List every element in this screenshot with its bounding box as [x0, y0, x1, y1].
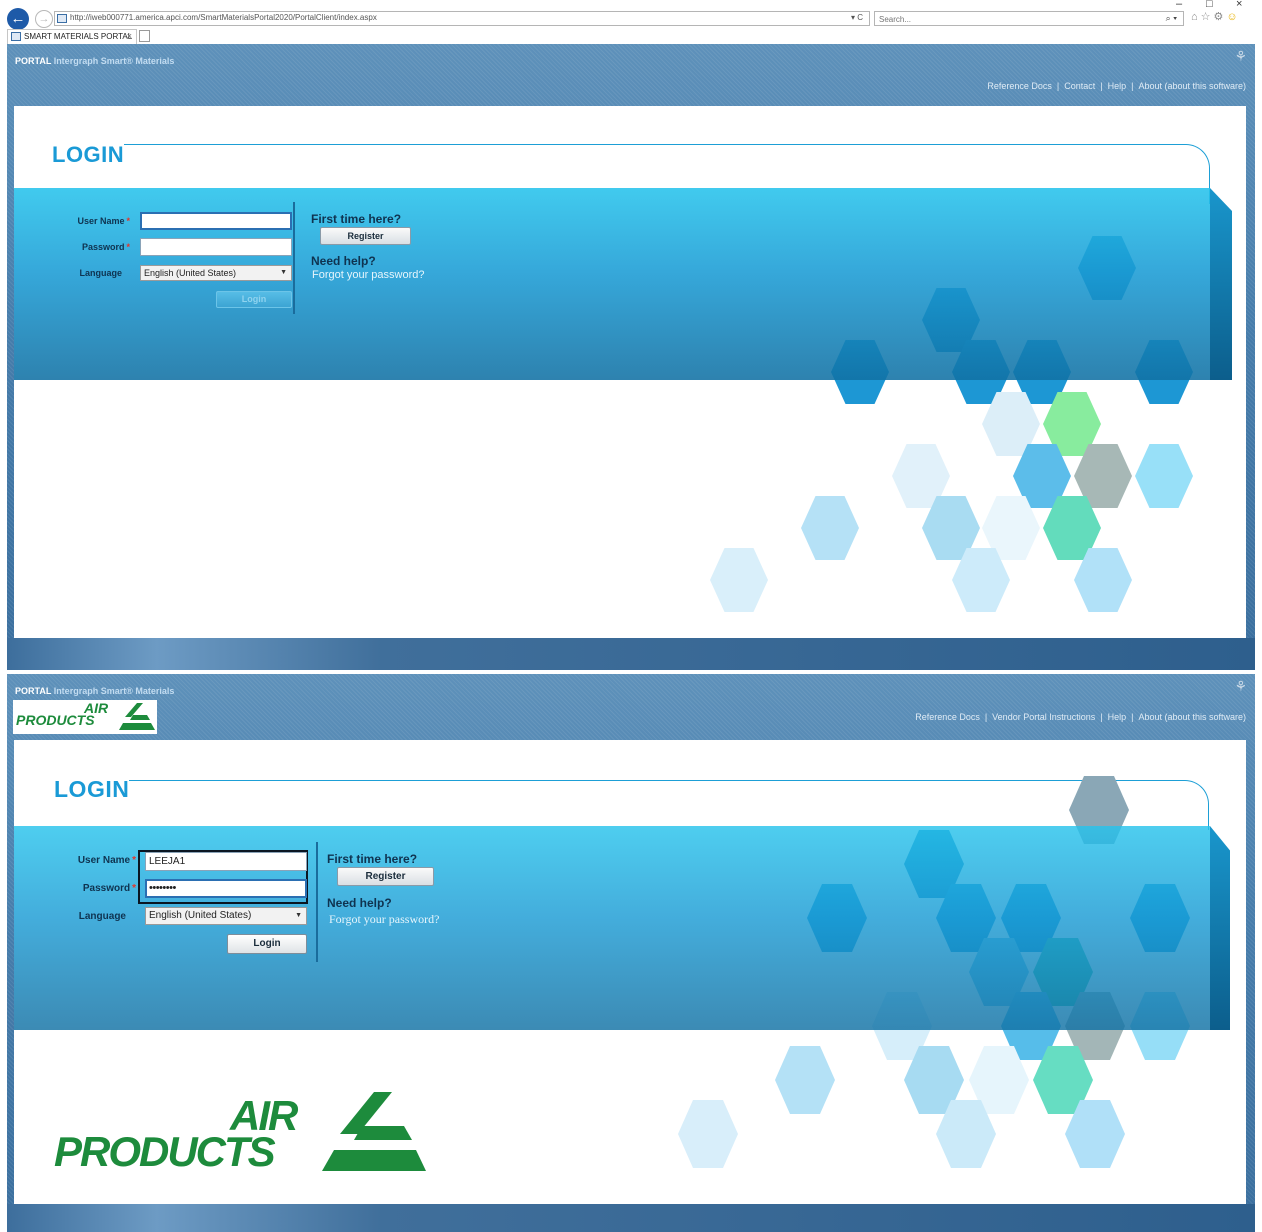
- decorative-hexagon: [678, 1100, 738, 1168]
- decorative-hexagon: [1135, 444, 1193, 508]
- username-input[interactable]: [140, 212, 292, 230]
- tab-title: SMART MATERIALS PORTAL: [24, 32, 133, 41]
- header-links: Reference Docs | Contact | Help | About (about…: [987, 81, 1246, 91]
- header-links: Reference Docs | Vendor Portal Instruction…: [915, 712, 1246, 722]
- login-band-edge: [1210, 188, 1232, 380]
- portal-title: PORTAL Intergraph Smart® Materials: [15, 686, 174, 696]
- register-button[interactable]: Register: [337, 867, 434, 886]
- tab-favicon-icon: [11, 32, 21, 41]
- footer-strip: [7, 1204, 1255, 1232]
- screenshot-root: ← → http://iweb000771.america.apci.com/S…: [0, 0, 1262, 1232]
- portal-screen-2: PORTAL Intergraph Smart® Materials ⚘ AIR…: [7, 674, 1255, 1232]
- form-divider: [316, 842, 318, 962]
- browser-chrome: ← → http://iweb000771.america.apci.com/S…: [0, 0, 1262, 44]
- language-label: Language: [79, 268, 122, 278]
- language-value: English (United States): [149, 910, 252, 921]
- intergraph-mark-icon: ⚘: [1234, 48, 1247, 64]
- air-products-logo-large: AIR PRODUCTS: [54, 1092, 298, 1175]
- page-favicon-icon: [57, 14, 67, 23]
- form-divider: [293, 202, 295, 314]
- forgot-password-link[interactable]: Forgot your password?: [329, 912, 439, 927]
- search-input[interactable]: [879, 13, 1139, 25]
- refresh-icon[interactable]: ▾ C: [851, 13, 863, 22]
- close-window-icon[interactable]: ×: [1236, 0, 1242, 10]
- login-band-edge: [1210, 826, 1230, 1030]
- link-vendor-instructions[interactable]: Vendor Portal Instructions: [992, 712, 1095, 722]
- language-select[interactable]: English (United States) ▼: [140, 265, 292, 281]
- need-help-heading: Need help?: [327, 896, 392, 910]
- portal-label: PORTAL: [15, 56, 52, 66]
- password-input[interactable]: ••••••••: [145, 879, 307, 898]
- portal-name: Intergraph Smart® Materials: [53, 686, 175, 696]
- forward-arrow-icon[interactable]: →: [35, 10, 53, 28]
- air-products-mark-icon: [119, 703, 155, 730]
- first-time-heading: First time here?: [311, 212, 402, 226]
- heading-rule: [129, 780, 1209, 830]
- portal-screen-1: PORTAL Intergraph Smart® Materials ⚘ Ref…: [7, 44, 1255, 670]
- username-input[interactable]: [145, 852, 307, 871]
- browser-toolbar: ⌂☆⚙☺: [1191, 10, 1241, 23]
- portal-label: PORTAL: [15, 686, 52, 696]
- username-label: User Name *: [77, 216, 130, 226]
- link-help[interactable]: Help: [1108, 81, 1127, 91]
- language-value: English (United States): [144, 268, 237, 278]
- language-label: Language: [78, 911, 126, 922]
- footer-strip: [7, 638, 1255, 670]
- decorative-hexagon: [710, 548, 768, 612]
- dropdown-arrow-icon: ▼: [295, 912, 302, 919]
- address-bar[interactable]: http://iweb000771.america.apci.com/Smart…: [54, 11, 870, 26]
- forgot-password-link[interactable]: Forgot your password?: [312, 269, 425, 281]
- air-products-logo-small: AIR PRODUCTS: [13, 700, 157, 734]
- login-content: LOGIN User Name * LEEJA1 Password * ••••…: [14, 740, 1246, 1204]
- link-contact[interactable]: Contact: [1064, 81, 1095, 91]
- search-box[interactable]: ⌕ ▾: [874, 11, 1184, 26]
- smiley-feedback-icon[interactable]: ☺: [1226, 11, 1240, 23]
- search-icon[interactable]: ⌕ ▾: [1166, 13, 1177, 24]
- logo-text-small: AIR PRODUCTS: [16, 700, 109, 728]
- address-url: http://iweb000771.america.apci.com/Smart…: [70, 13, 377, 22]
- favorites-star-icon[interactable]: ☆: [1201, 11, 1214, 23]
- tab-close-icon[interactable]: ×: [127, 31, 132, 41]
- minimize-icon[interactable]: –: [1176, 0, 1182, 10]
- intergraph-mark-icon: ⚘: [1234, 678, 1247, 694]
- home-icon[interactable]: ⌂: [1191, 11, 1201, 23]
- password-label: Password *: [81, 242, 130, 252]
- portal-name: Intergraph Smart® Materials: [53, 56, 175, 66]
- link-reference-docs[interactable]: Reference Docs: [915, 712, 980, 722]
- login-heading: LOGIN: [52, 142, 125, 167]
- link-help[interactable]: Help: [1108, 712, 1127, 722]
- link-about[interactable]: About (about this software): [1138, 81, 1246, 91]
- language-select[interactable]: English (United States) ▼: [145, 907, 307, 925]
- login-button[interactable]: Login: [216, 291, 292, 308]
- settings-gear-icon[interactable]: ⚙: [1214, 11, 1227, 23]
- login-heading: LOGIN: [54, 776, 130, 802]
- username-label: User Name *: [77, 855, 136, 866]
- restore-icon[interactable]: □: [1206, 0, 1213, 10]
- need-help-heading: Need help?: [311, 254, 376, 268]
- register-button[interactable]: Register: [320, 227, 411, 245]
- portal-title: PORTAL Intergraph Smart® Materials: [15, 56, 174, 66]
- first-time-heading: First time here?: [327, 852, 418, 866]
- browser-tab[interactable]: SMART MATERIALS PORTAL ×: [7, 29, 137, 44]
- air-products-mark-icon-large: [322, 1092, 426, 1171]
- decorative-hexagon: [801, 496, 859, 560]
- link-about[interactable]: About (about this software): [1138, 712, 1246, 722]
- link-reference-docs[interactable]: Reference Docs: [987, 81, 1052, 91]
- password-label: Password *: [82, 883, 136, 894]
- dropdown-arrow-icon: ▼: [280, 269, 287, 276]
- new-tab-button[interactable]: [139, 30, 150, 42]
- decorative-hexagon: [775, 1046, 835, 1114]
- login-button[interactable]: Login: [227, 934, 307, 954]
- password-input[interactable]: [140, 238, 292, 256]
- back-arrow-icon[interactable]: ←: [7, 8, 29, 30]
- login-content: LOGIN User Name * Password * Language En…: [14, 106, 1246, 638]
